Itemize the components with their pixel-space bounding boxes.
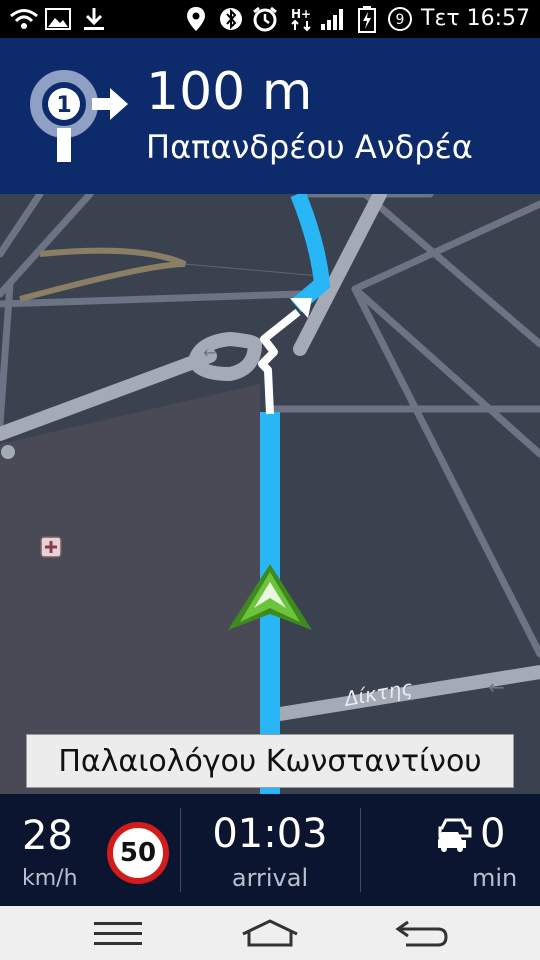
instruction-panel[interactable]: 1 100 m Παπανδρέου Ανδρέα — [0, 38, 540, 194]
download-icon — [80, 6, 108, 32]
speed-limit-value: 50 — [119, 838, 157, 868]
status-bar: H+ 9 Τετ 16:57 — [0, 0, 540, 38]
back-icon — [395, 920, 448, 947]
traffic-delay: 0 — [480, 811, 506, 857]
system-nav-bar — [0, 906, 540, 960]
current-street-name: Παλαιολόγου Κωνσταντίνου — [58, 743, 482, 779]
map-street-label: Δίκτης — [341, 675, 415, 711]
status-time: Τετ 16:57 — [421, 6, 530, 31]
traffic-unit: min — [472, 864, 518, 892]
back-button[interactable] — [382, 912, 462, 954]
arrival-time[interactable]: 01:03 — [180, 812, 360, 856]
battery-percent-text: 9 — [396, 12, 405, 28]
map-view[interactable]: ← ← Δίκτης — [0, 194, 540, 794]
signal-icon — [318, 6, 348, 32]
wifi-icon — [8, 6, 40, 32]
path-street — [19, 247, 187, 302]
svg-text:←: ← — [203, 343, 216, 362]
current-street-banner: Παλαιολόγου Κωνσταντίνου — [26, 734, 514, 788]
current-speed: 28 — [22, 813, 73, 859]
battery-percent-icon: 9 — [386, 6, 414, 32]
menu-button[interactable] — [78, 912, 158, 954]
maneuver-distance: 100 m — [146, 62, 313, 122]
speed-unit: km/h — [22, 866, 78, 891]
trip-info-bar[interactable]: 28 km/h 50 01:03 arrival 0 min — [0, 794, 540, 906]
battery-charging-icon — [354, 6, 380, 33]
alarm-icon — [250, 6, 280, 32]
h-plus-data-icon: H+ — [288, 6, 316, 32]
svg-text:H+: H+ — [291, 7, 311, 21]
traffic-icon — [438, 818, 472, 852]
roundabout-exit-number: 1 — [56, 93, 71, 118]
home-button[interactable] — [230, 912, 310, 954]
arrival-label: arrival — [231, 864, 309, 892]
turn-arrow — [258, 308, 301, 415]
speed-limit-sign: 50 — [107, 822, 169, 884]
bluetooth-icon — [218, 6, 244, 32]
home-icon — [242, 919, 298, 947]
roundabout-exit-icon: 1 — [30, 70, 128, 162]
hospital-icon[interactable] — [40, 536, 62, 558]
map-canvas[interactable]: ← ← Δίκτης — [0, 194, 540, 794]
divider — [360, 808, 361, 892]
menu-icon — [94, 922, 142, 945]
location-pin-icon — [184, 6, 208, 32]
route-line-ahead — [290, 194, 331, 313]
map-block — [0, 384, 260, 794]
next-street-name: Παπανδρέου Ανδρέα — [146, 128, 473, 166]
oneway-arrow-icon: ← — [488, 675, 505, 699]
image-icon — [44, 6, 72, 32]
